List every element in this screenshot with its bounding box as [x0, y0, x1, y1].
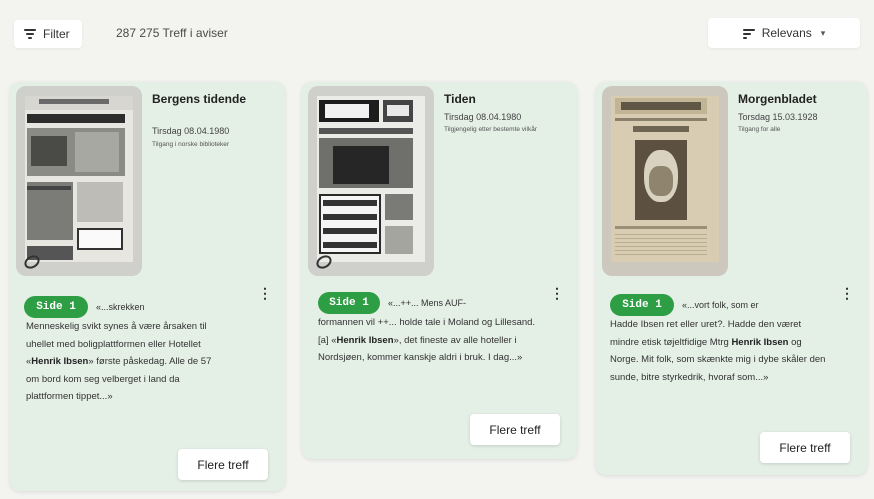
page-badge[interactable]: Side 1	[24, 296, 88, 318]
snippet-text: Hadde Ibsen ret eller uret?. Hadde den v…	[610, 319, 826, 383]
more-options-icon[interactable]: ⋮	[258, 286, 272, 300]
more-options-icon[interactable]: ⋮	[550, 286, 564, 300]
more-options-icon[interactable]: ⋮	[840, 286, 854, 300]
newspaper-thumbnail[interactable]	[16, 86, 142, 276]
newspaper-thumbnail[interactable]	[602, 86, 728, 276]
more-hits-button[interactable]: Flere treff	[760, 432, 850, 463]
page-badge[interactable]: Side 1	[318, 292, 380, 314]
snippet-lead: «...skrekken	[96, 302, 145, 312]
more-hits-button[interactable]: Flere treff	[470, 414, 560, 445]
newspaper-title[interactable]: Morgenbladet	[738, 92, 848, 107]
result-card[interactable]: Tiden Tirsdag 08.04.1980 Tilgjengelig et…	[302, 82, 577, 459]
filter-label: Filter	[43, 27, 70, 41]
newspaper-title[interactable]: Bergens tidende	[152, 92, 262, 107]
newspaper-date: Tirsdag 08.04.1980	[444, 112, 522, 122]
newspaper-date: Tirsdag 08.04.1980	[152, 126, 230, 136]
highlight-term: Henrik Ibsen	[336, 334, 394, 346]
snippet-lead: «...vort folk, som er	[682, 300, 759, 310]
page-badge[interactable]: Side 1	[610, 294, 674, 316]
filter-icon	[24, 29, 36, 39]
highlight-term: Henrik Ibsen	[731, 336, 789, 348]
sort-dropdown[interactable]: Relevans ▾	[708, 18, 860, 48]
snippet-text: formannen vil ++... holde tale i Moland …	[318, 317, 536, 364]
results-toolbar: Filter 287 275 Treff i aviser Relevans ▾	[10, 14, 868, 52]
access-note: Tilgang i norske biblioteker	[152, 141, 230, 148]
newspaper-title[interactable]: Tiden	[444, 92, 554, 107]
snippet-lead: «...++... Mens AUF-	[388, 298, 467, 308]
highlight-term: Henrik Ibsen	[31, 356, 89, 368]
newspaper-thumbnail[interactable]	[308, 86, 434, 276]
more-hits-button[interactable]: Flere treff	[178, 449, 268, 480]
filter-button[interactable]: Filter	[14, 20, 82, 48]
access-note: Tilgjengelig etter bestemte vilkår	[444, 126, 537, 133]
snippet-text: Menneskelig svikt synes å være årsaken t…	[26, 321, 212, 403]
result-card[interactable]: Bergens tidende Tirsdag 08.04.1980 Tilga…	[10, 82, 285, 491]
sort-icon	[742, 28, 755, 39]
hit-count: 287 275 Treff i aviser	[116, 26, 228, 40]
access-note: Tilgang for alle	[738, 126, 781, 133]
chevron-down-icon: ▾	[820, 27, 826, 38]
newspaper-date: Torsdag 15.03.1928	[738, 112, 818, 122]
result-card[interactable]: Morgenbladet Torsdag 15.03.1928 Tilgang …	[596, 82, 867, 475]
sort-label: Relevans	[761, 26, 812, 40]
